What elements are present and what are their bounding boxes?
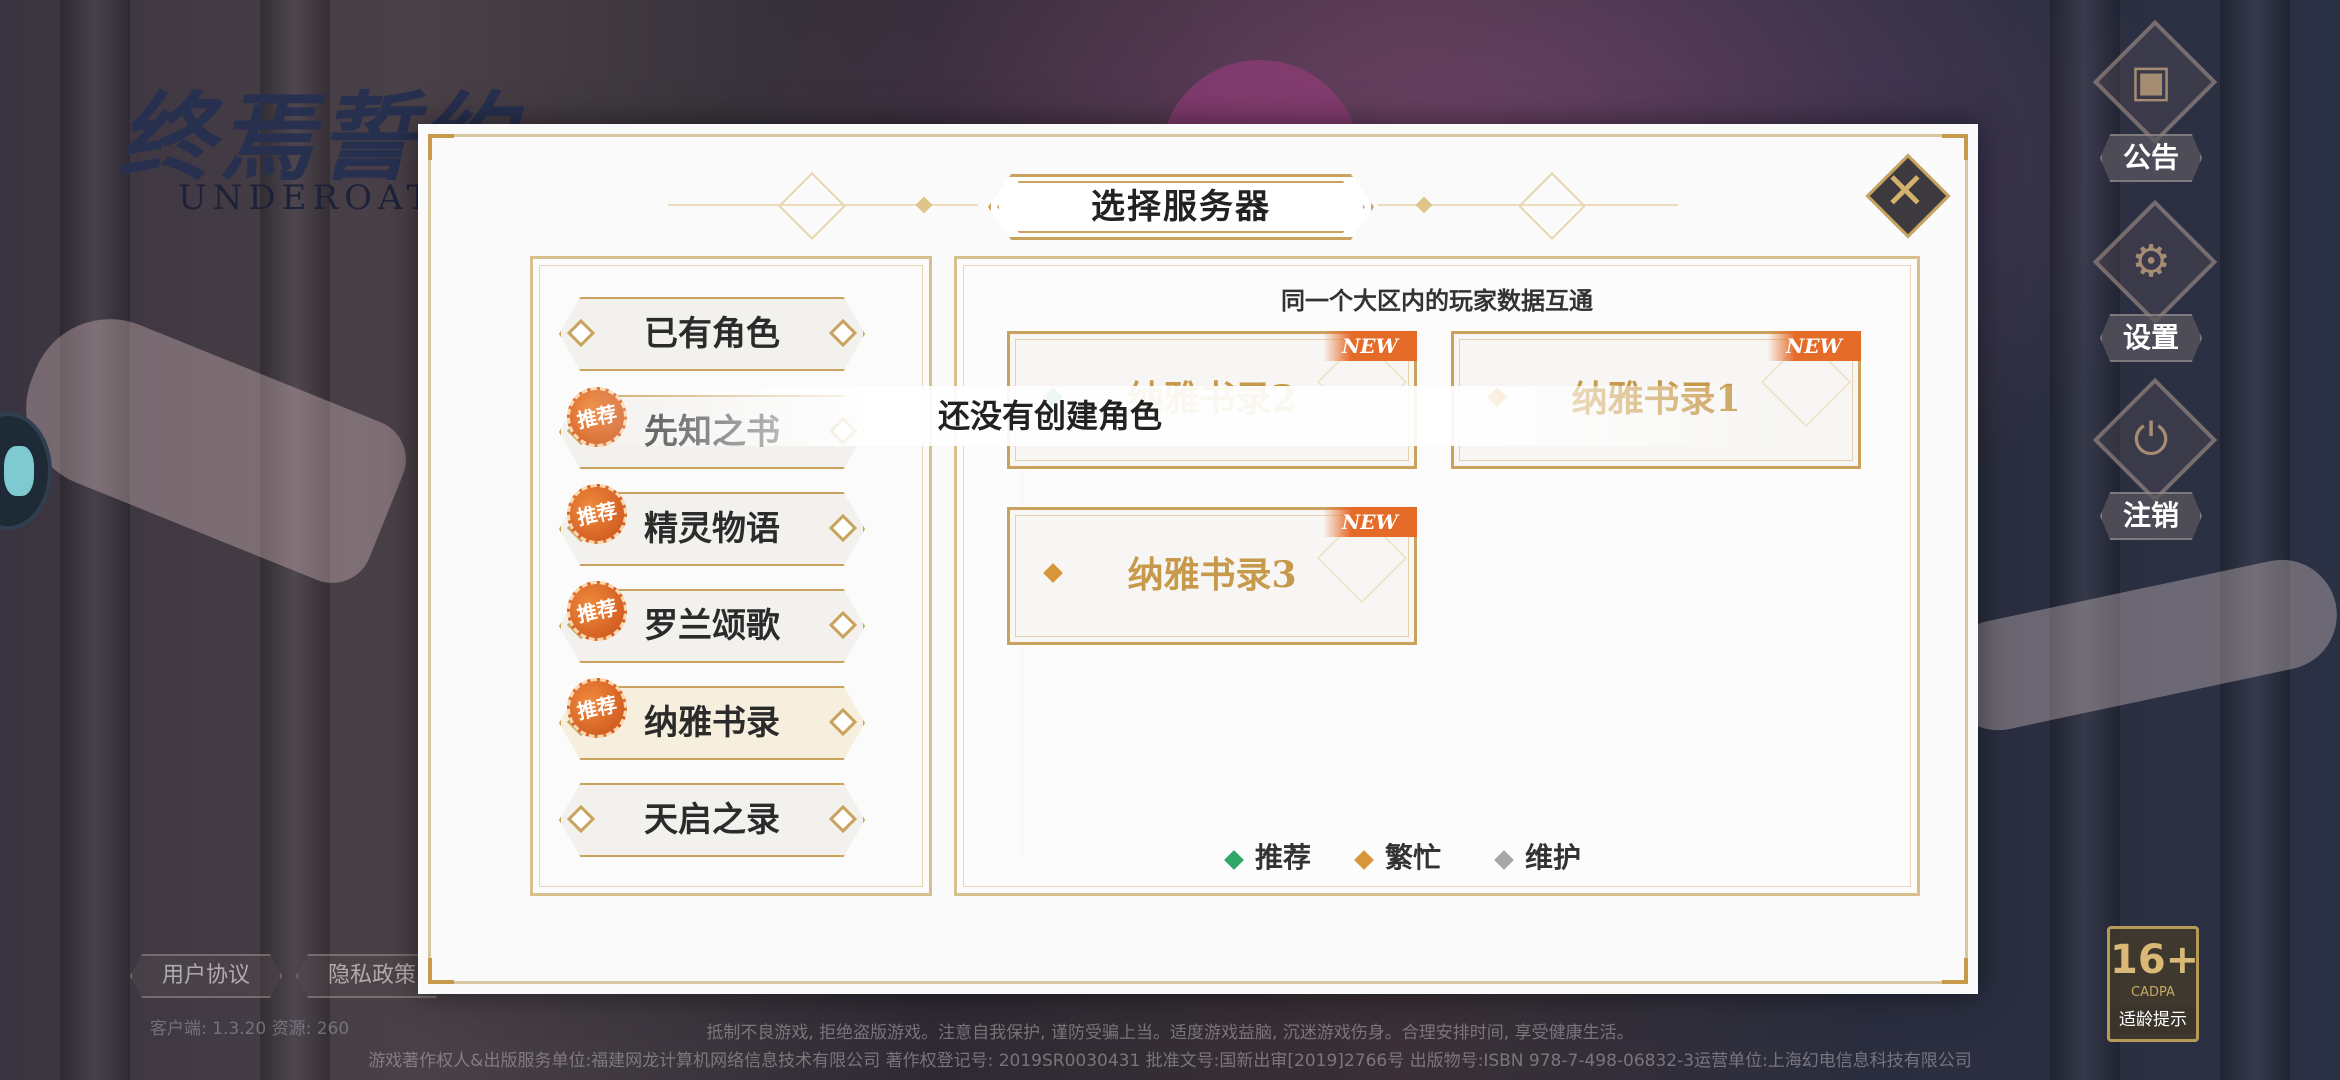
legend-label: 繁忙: [1385, 841, 1442, 874]
region-item-existing[interactable]: 已有角色: [559, 297, 865, 371]
copyright-notice: 游戏著作权人&出版服务单位:福建网龙计算机网络信息技术有限公司 著作权登记号: …: [368, 1051, 1972, 1071]
legend-label: 推荐: [1255, 841, 1312, 874]
new-badge: NEW: [1323, 331, 1417, 361]
server-panel: 同一个大区内的玩家数据互通 纳雅书录2 NEW 纳雅书录1 NEW 纳雅书录3 …: [954, 256, 1920, 896]
busy-diamond-icon: [1354, 849, 1374, 870]
age-rating-org: CADPA: [2131, 985, 2175, 1000]
new-badge: NEW: [1767, 331, 1861, 361]
settings-button[interactable]: ⚙ 设置: [2086, 199, 2218, 362]
power-icon: ⏻: [2133, 414, 2169, 465]
mascot-face: [4, 446, 34, 496]
health-notice: 抵制不良游戏, 拒绝盗版游戏。注意自我保护, 谨防受骗上当。适度游戏益脑, 沉迷…: [706, 1023, 1634, 1043]
data-sharing-hint: 同一个大区内的玩家数据互通: [1281, 286, 1593, 315]
logout-label: 注销: [2100, 492, 2202, 540]
region-item-label: 已有角色: [644, 314, 780, 354]
announcement-label: 公告: [2100, 134, 2202, 182]
legend-busy: 繁忙: [1354, 835, 1442, 881]
region-item-tianqi[interactable]: 天启之录: [559, 783, 865, 857]
status-legend: 推荐 繁忙 维护: [1207, 835, 1677, 881]
corner-ornament: [1942, 958, 1968, 984]
corner-ornament: [428, 134, 454, 160]
title-banner: 选择服务器: [988, 174, 1374, 240]
legend-label: 维护: [1525, 841, 1582, 874]
region-item-jingling[interactable]: 精灵物语 推荐: [559, 478, 865, 566]
region-item-luolan[interactable]: 罗兰颂歌 推荐: [559, 575, 865, 663]
gear-icon: ⚙: [2131, 236, 2171, 287]
toast-text: 还没有创建角色: [937, 397, 1162, 435]
settings-label: 设置: [2100, 314, 2202, 362]
new-badge: NEW: [1323, 507, 1417, 537]
dialog-title: 选择服务器: [1091, 187, 1271, 227]
recommended-diamond-icon: [1224, 849, 1244, 870]
region-item-label: 天启之录: [644, 800, 780, 840]
close-icon: ✕: [1884, 162, 1926, 220]
logout-button[interactable]: ⏻ 注销: [2086, 377, 2218, 540]
legend-recommended: 推荐: [1224, 835, 1312, 881]
corner-ornament: [428, 958, 454, 984]
region-item-naya[interactable]: 纳雅书录 推荐: [559, 672, 865, 760]
toast-message: 还没有创建角色: [560, 386, 1780, 446]
corner-ornament: [1942, 134, 1968, 160]
age-rating-badge[interactable]: 16+ CADPA 适龄提示: [2107, 926, 2199, 1042]
maintenance-diamond-icon: [1494, 849, 1514, 870]
curtain-fold: [2220, 0, 2290, 1080]
announcement-button[interactable]: ▣ 公告: [2086, 19, 2218, 182]
legend-maintenance: 维护: [1494, 835, 1582, 881]
close-button[interactable]: ✕: [1865, 153, 1951, 239]
user-agreement-link[interactable]: 用户协议: [130, 954, 283, 998]
age-rating-value: 16+: [2110, 937, 2200, 983]
announcement-icon: ▣: [2130, 56, 2172, 107]
server-select-dialog: 选择服务器 ✕ 已有角色 先知之书 推荐 精灵物语 推荐: [418, 124, 1978, 994]
server-item-naya3[interactable]: 纳雅书录3 NEW: [1007, 507, 1417, 645]
age-rating-tip: 适龄提示: [2110, 1007, 2196, 1033]
region-list: 已有角色 先知之书 推荐 精灵物语 推荐 罗兰颂歌 推荐 纳: [530, 256, 1025, 896]
